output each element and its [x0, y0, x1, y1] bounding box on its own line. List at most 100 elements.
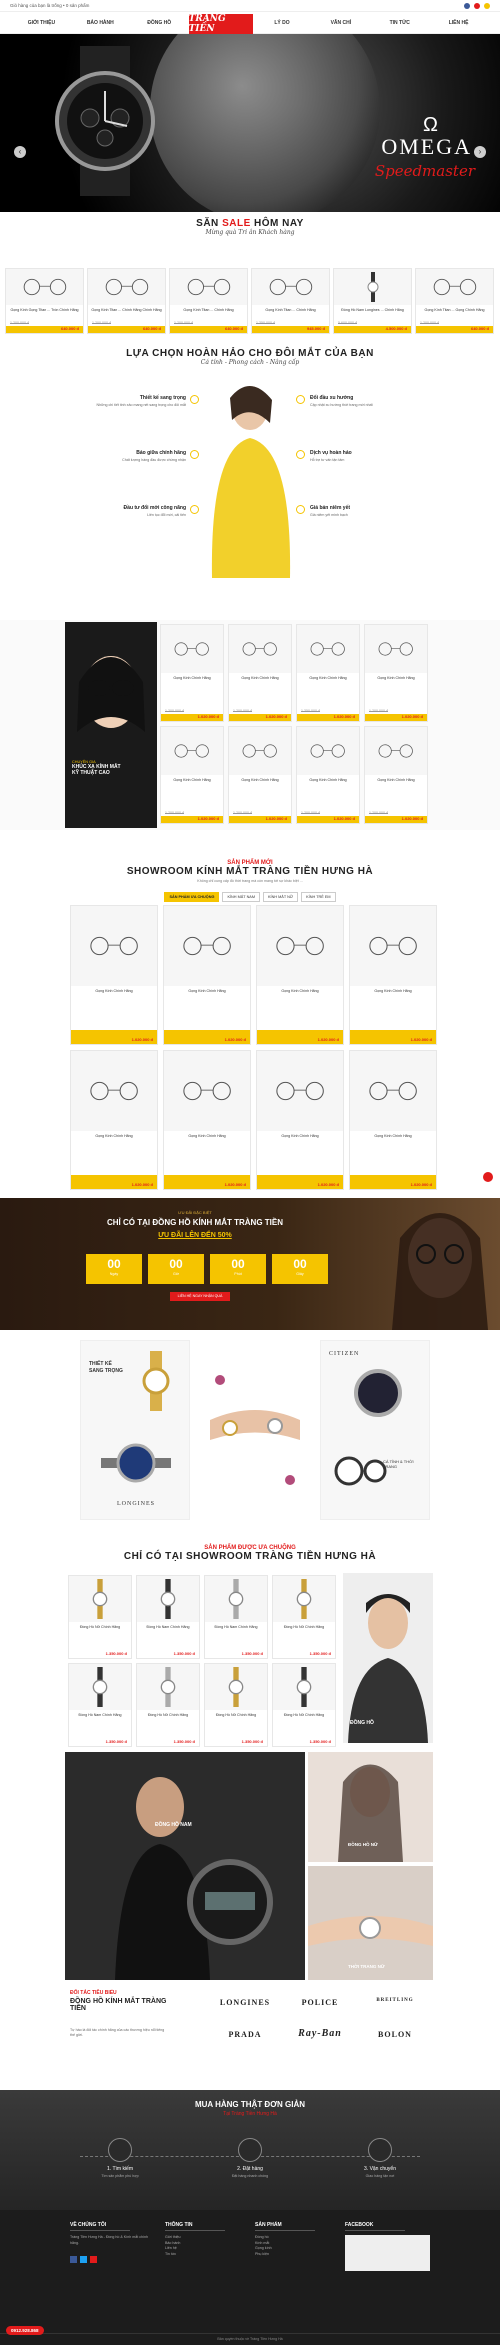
product-image[interactable] [137, 1664, 199, 1710]
product-name[interactable]: Đồng Hồ Nữ Chính Hãng [276, 1625, 332, 1630]
product-image[interactable] [252, 269, 329, 305]
tab-men[interactable]: KÍNH MẮT NAM [222, 892, 261, 902]
product-name[interactable]: Đồng Hồ Nam Longines ... Chính Hãng [337, 308, 408, 313]
product-image[interactable] [350, 906, 436, 986]
youtube-icon[interactable] [90, 2256, 97, 2264]
nav-warranty[interactable]: BẢO HÀNH [71, 20, 130, 26]
product-card[interactable]: Gọng Kính Titan ... Gọng Chính Hãng 1.200… [415, 268, 494, 334]
product-image[interactable] [71, 1051, 157, 1131]
product-card[interactable]: Gọng Kính Chính Hãng 1.200.000 đ 1.020.000… [160, 726, 224, 824]
product-name[interactable]: Gọng Kính Chính Hãng [260, 989, 340, 994]
product-name[interactable]: Gọng Kính Chính Hãng [74, 989, 154, 994]
product-name[interactable]: Gọng Kính Chính Hãng [164, 676, 220, 681]
product-image[interactable] [205, 1576, 267, 1622]
product-name[interactable]: Gọng Kính Chính Hãng [368, 676, 424, 681]
product-card[interactable]: Gọng Kính Titan ... Chính Hãng 1.350.000 … [251, 268, 330, 334]
product-card[interactable]: Gọng Kính Chính Hãng 1.350.000 đ 1.020.000… [296, 624, 360, 722]
nav-contact[interactable]: LIÊN HỆ [429, 20, 488, 26]
product-card[interactable]: Gọng Kính Chính Hãng 1.020.000 đ [70, 905, 158, 1045]
brand-longines[interactable]: LONGINES [215, 1998, 275, 2007]
brand-rayban[interactable]: Ray-Ban [290, 2028, 350, 2039]
product-image[interactable] [69, 1664, 131, 1710]
product-image[interactable] [71, 906, 157, 986]
nav-vanchi[interactable]: VĂN CHỈ [311, 20, 370, 26]
product-card[interactable]: Gọng Kính Chính Hãng 1.200.000 đ 1.020.000… [160, 624, 224, 722]
brand-bolon[interactable]: BOLON [365, 2030, 425, 2039]
product-name[interactable]: Gọng Kính Chính Hãng [74, 1134, 154, 1139]
product-card[interactable]: Đồng Hồ Nữ Chính Hãng 1.350.000 đ [136, 1663, 200, 1747]
cart-summary[interactable]: Giỏ hàng của bạn là trống • 0 sản phẩm [10, 3, 89, 8]
product-name[interactable]: Gọng Kính Titan ... Chính Hãng Chính Hãn… [91, 308, 162, 313]
nav-about[interactable]: GIỚI THIỆU [12, 20, 71, 26]
product-image[interactable] [88, 269, 165, 305]
product-card[interactable]: Gọng Kính Titan ... Chính Hãng 1.200.000 … [169, 268, 248, 334]
product-card[interactable]: Gọng Kính Chính Hãng 1.020.000 đ [70, 1050, 158, 1190]
tab-women[interactable]: KÍNH MẮT NỮ [263, 892, 299, 902]
countdown-cta-button[interactable]: LIÊN HỆ NGAY NHẬN QUÀ [170, 1292, 230, 1301]
hero-next-button[interactable]: › [474, 146, 486, 158]
cart-icon[interactable] [484, 2, 490, 9]
product-name[interactable]: Gọng Kính Chính Hãng [164, 778, 220, 783]
product-card[interactable]: Đồng Hồ Nữ Chính Hãng 1.350.000 đ [204, 1663, 268, 1747]
tab-popular[interactable]: SẢN PHẨM ƯA CHUỘNG [164, 892, 220, 902]
product-image[interactable] [6, 269, 83, 305]
product-name[interactable]: Gọng Kính Chính Hãng [232, 778, 288, 783]
product-card[interactable]: Đồng Hồ Nam Chính Hãng 1.350.000 đ [204, 1575, 268, 1659]
product-card[interactable]: Gọng Kính Chính Hãng 1.020.000 đ [163, 1050, 251, 1190]
product-image[interactable] [205, 1664, 267, 1710]
product-name[interactable]: Gọng Kính Titan ... Chính Hãng [255, 308, 326, 313]
youtube-icon[interactable] [474, 2, 480, 9]
product-image[interactable] [161, 625, 223, 673]
product-image[interactable] [334, 269, 411, 305]
product-image[interactable] [164, 906, 250, 986]
product-card[interactable]: Gọng Kính Chính Hãng 1.200.000 đ 1.020.000… [296, 726, 360, 824]
product-name[interactable]: Đồng Hồ Nữ Chính Hãng [140, 1713, 196, 1718]
product-name[interactable]: Đồng Hồ Nữ Chính Hãng [72, 1625, 128, 1630]
tab-kids[interactable]: KÍNH TRẺ EM [301, 892, 336, 902]
product-name[interactable]: Gọng Kính Gọng Titan ... Tròn Chính Hãng [9, 308, 80, 313]
product-card[interactable]: Gọng Kính Chính Hãng 1.020.000 đ [349, 1050, 437, 1190]
nav-watch[interactable]: ĐỒNG HỒ [130, 20, 189, 26]
product-name[interactable]: Gọng Kính Chính Hãng [368, 778, 424, 783]
facebook-icon[interactable] [70, 2256, 77, 2264]
chat-bubble-icon[interactable] [483, 1172, 493, 1182]
product-name[interactable]: Đồng Hồ Nữ Chính Hãng [276, 1713, 332, 1718]
product-image[interactable] [164, 1051, 250, 1131]
product-image[interactable] [229, 625, 291, 673]
product-image[interactable] [161, 727, 223, 775]
product-image[interactable] [257, 1051, 343, 1131]
product-name[interactable]: Đồng Hồ Nam Chính Hãng [208, 1625, 264, 1630]
brand-prada[interactable]: PRADA [215, 2030, 275, 2039]
product-image[interactable] [297, 727, 359, 775]
product-name[interactable]: Đồng Hồ Nữ Chính Hãng [208, 1713, 264, 1718]
nav-reason[interactable]: LÝ DO [253, 20, 312, 26]
product-card[interactable]: Gọng Kính Chính Hãng 1.200.000 đ 1.020.000… [228, 726, 292, 824]
product-card[interactable]: Đồng Hồ Nữ Chính Hãng 1.350.000 đ [272, 1663, 336, 1747]
product-card[interactable]: Gọng Kính Chính Hãng 1.020.000 đ [163, 905, 251, 1045]
product-name[interactable]: Gọng Kính Chính Hãng [167, 1134, 247, 1139]
product-name[interactable]: Gọng Kính Chính Hãng [167, 989, 247, 994]
product-name[interactable]: Gọng Kính Chính Hãng [353, 989, 433, 994]
product-image[interactable] [297, 625, 359, 673]
product-card[interactable]: Gọng Kính Chính Hãng 1.200.000 đ 1.020.000… [364, 624, 428, 722]
product-name[interactable]: Đồng Hồ Nam Chính Hãng [72, 1713, 128, 1718]
footer-link[interactable]: Tin tức [165, 2252, 225, 2258]
product-image[interactable] [170, 269, 247, 305]
product-card[interactable]: Gọng Kính Chính Hãng 1.020.000 đ [349, 905, 437, 1045]
product-card[interactable]: Gọng Kính Chính Hãng 1.020.000 đ [256, 1050, 344, 1190]
product-card[interactable]: Gọng Kính Titan ... Chính Hãng Chính Hãn… [87, 268, 166, 334]
product-name[interactable]: Đồng Hồ Nam Chính Hãng [140, 1625, 196, 1630]
product-name[interactable]: Gọng Kính Chính Hãng [232, 676, 288, 681]
hotline-button[interactable]: 0912.928.868 [6, 2326, 44, 2335]
nav-news[interactable]: TIN TỨC [370, 20, 429, 26]
footer-link[interactable]: Phụ kiện [255, 2252, 315, 2258]
product-card[interactable]: Gọng Kính Chính Hãng 1.020.000 đ [256, 905, 344, 1045]
product-image[interactable] [416, 269, 493, 305]
product-card[interactable]: Gọng Kính Chính Hãng 1.200.000 đ 1.020.000… [364, 726, 428, 824]
product-card[interactable]: Đồng Hồ Nam Longines ... Chính Hãng 5.600… [333, 268, 412, 334]
product-card[interactable]: Đồng Hồ Nam Chính Hãng 1.350.000 đ [136, 1575, 200, 1659]
product-name[interactable]: Gọng Kính Chính Hãng [300, 676, 356, 681]
facebook-icon[interactable] [464, 2, 470, 9]
product-card[interactable]: Đồng Hồ Nữ Chính Hãng 1.350.000 đ [68, 1575, 132, 1659]
product-name[interactable]: Gọng Kính Titan ... Chính Hãng [173, 308, 244, 313]
